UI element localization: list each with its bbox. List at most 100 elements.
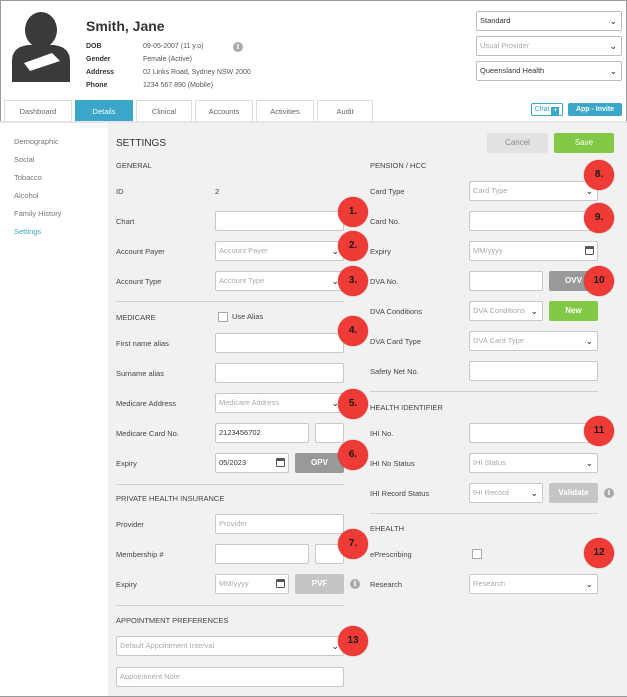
calendar-icon[interactable] [276, 579, 285, 588]
divider [370, 513, 598, 514]
callout-marker-1: 1. [338, 197, 368, 227]
surname-alias-input[interactable] [215, 363, 344, 383]
ihi-no-input[interactable] [469, 423, 598, 443]
pvf-info-icon[interactable]: i [350, 579, 360, 589]
appointment-interval-select[interactable]: Default Appointment Interval ⌄ [116, 636, 344, 656]
dob-label: DOB [86, 43, 102, 50]
callout-marker-8: 8. [584, 160, 614, 190]
callout-marker-10: 10 [584, 266, 614, 296]
chevron-down-icon: ⌄ [585, 579, 593, 589]
patient-avatar-icon [8, 9, 74, 82]
tab-clinical[interactable]: Clinical [136, 100, 192, 122]
billing-select[interactable]: Standard ⌄ [476, 11, 622, 31]
app-invite-button[interactable]: App - Invite [568, 103, 622, 116]
dva-card-type-label: DVA Card Type [370, 337, 421, 346]
card-type-label: Card Type [370, 187, 405, 196]
dva-conditions-select[interactable]: DVA Conditions ⌄ [469, 301, 543, 321]
sidebar-item-demographic[interactable]: Demographic [14, 137, 59, 146]
chart-input[interactable] [215, 211, 344, 231]
sidebar-item-social[interactable]: Social [14, 155, 34, 164]
new-condition-button[interactable]: New [549, 301, 598, 321]
membership-label: Membership # [116, 550, 164, 559]
tab-details[interactable]: Details [75, 100, 133, 122]
medicare-expiry-label: Expiry [116, 459, 137, 468]
divider [116, 301, 344, 302]
sidebar-item-tobacco[interactable]: Tobacco [14, 173, 42, 182]
callout-marker-13: 13 [338, 626, 368, 656]
dva-no-label: DVA No. [370, 277, 399, 286]
medicare-address-label: Medicare Address [116, 399, 177, 408]
safety-net-input[interactable] [469, 361, 598, 381]
ihi-status-select[interactable]: IHI Status ⌄ [469, 453, 598, 473]
plus-icon: + [551, 107, 560, 115]
usual-provider-select[interactable]: Usual Provider ⌄ [476, 36, 622, 56]
provider-label: Provider [116, 520, 144, 529]
phi-expiry-input[interactable]: MM/yyyy [215, 574, 289, 594]
pension-heading: PENSION / HCC [370, 161, 427, 170]
sidebar: Demographic Social Tobacco Alcohol Famil… [0, 123, 108, 696]
account-type-select[interactable]: Account Type ⌄ [215, 271, 344, 291]
callout-marker-3: 3. [338, 266, 368, 296]
sidebar-item-settings[interactable]: Settings [14, 227, 41, 236]
tab-activities[interactable]: Activities [256, 100, 314, 122]
chevron-down-icon: ⌄ [530, 306, 538, 316]
callout-marker-5: 5. [338, 389, 368, 419]
opv-button[interactable]: OPV [295, 453, 344, 473]
sidebar-item-family-history[interactable]: Family History [14, 209, 62, 218]
validate-button[interactable]: Validate [549, 483, 598, 503]
gender-label: Gender [86, 56, 111, 63]
patient-info-icon[interactable]: i [233, 42, 243, 52]
calendar-icon[interactable] [585, 246, 594, 255]
general-heading: GENERAL [116, 161, 152, 170]
tab-audit[interactable]: Audit [317, 100, 373, 122]
dva-card-type-select[interactable]: DVA Card Type ⌄ [469, 331, 598, 351]
divider [116, 605, 344, 606]
eprescribing-checkbox[interactable] [472, 549, 482, 559]
medicare-address-select[interactable]: Medicare Address ⌄ [215, 393, 344, 413]
research-select[interactable]: Research ⌄ [469, 574, 598, 594]
pension-expiry-input[interactable]: MM/yyyy [469, 241, 598, 261]
divider [116, 484, 344, 485]
dva-no-input[interactable] [469, 271, 543, 291]
account-type-label: Account Type [116, 277, 162, 286]
chevron-down-icon: ⌄ [530, 488, 538, 498]
appointment-note-input[interactable]: Appointment Note [116, 667, 344, 687]
membership-input[interactable] [215, 544, 309, 564]
first-name-alias-input[interactable] [215, 333, 344, 353]
page-title: SETTINGS [116, 138, 167, 149]
eprescribing-label: ePrescribing [370, 550, 412, 559]
medicare-card-no-input[interactable]: 2123456702 [215, 423, 309, 443]
medicare-irn-input[interactable] [315, 423, 344, 443]
use-alias-checkbox[interactable] [218, 312, 228, 322]
id-value: 2 [215, 187, 220, 196]
tab-dashboard[interactable]: Dashboard [4, 100, 72, 122]
health-identifier-heading: HEALTH IDENTIFIER [370, 403, 443, 412]
card-type-select[interactable]: Card Type ⌄ [469, 181, 598, 201]
ihi-record-label: IHI Record Status [370, 489, 430, 498]
card-no-input[interactable] [469, 211, 598, 231]
use-alias-label: Use Alias [232, 312, 264, 321]
ihi-record-select[interactable]: IHI Record ⌄ [469, 483, 543, 503]
callout-marker-11: 11 [584, 416, 614, 446]
provider-input[interactable]: Provider [215, 514, 344, 534]
cancel-button[interactable]: Cancel [487, 133, 548, 153]
chevron-down-icon: ⌄ [585, 458, 593, 468]
dva-conditions-label: DVA Conditions [370, 307, 422, 316]
pvf-button[interactable]: PVF [295, 574, 344, 594]
validate-info-icon[interactable]: i [604, 488, 614, 498]
gender-value: Female (Active) [143, 56, 193, 63]
calendar-icon[interactable] [276, 458, 285, 467]
chat-button[interactable]: Chat + [531, 103, 563, 116]
callout-marker-9: 9. [584, 203, 614, 233]
medicare-heading: MEDICARE [116, 313, 156, 322]
sidebar-item-alcohol[interactable]: Alcohol [14, 191, 39, 200]
ihi-status-label: IHI No Status [370, 459, 415, 468]
tab-accounts[interactable]: Accounts [195, 100, 253, 122]
ihi-no-label: IHI No. [370, 429, 394, 438]
account-payer-select[interactable]: Account Payer ⌄ [215, 241, 344, 261]
medicare-expiry-input[interactable]: 05/2023 [215, 453, 289, 473]
save-button[interactable]: Save [554, 133, 614, 153]
id-label: ID [116, 187, 124, 196]
health-service-select[interactable]: Queensland Health ⌄ [476, 61, 622, 81]
pension-expiry-label: Expiry [370, 247, 391, 256]
